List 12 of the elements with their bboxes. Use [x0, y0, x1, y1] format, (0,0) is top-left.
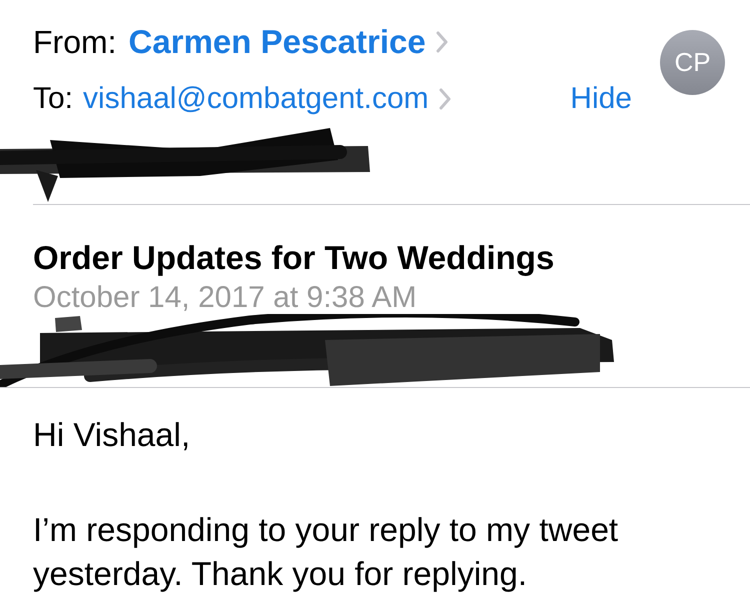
sender-name-link[interactable]: Carmen Pescatrice	[128, 24, 448, 60]
recipient-address-link[interactable]: vishaal@combatgent.com	[83, 81, 451, 117]
body-paragraph: I’m responding to your reply to my tweet yesterday. Thank you for replying.	[33, 510, 620, 594]
chevron-right-icon	[436, 31, 448, 53]
chevron-right-icon	[438, 88, 451, 110]
email-date: October 14, 2017 at 9:38 AM	[33, 282, 417, 314]
from-label: From:	[33, 24, 117, 60]
hide-link[interactable]: Hide	[570, 81, 632, 117]
contact-avatar: CP	[660, 30, 725, 95]
to-label: To:	[33, 81, 74, 117]
body-paragraph: Hi Vishaal,	[33, 415, 192, 455]
email-subject: Order Updates for Two Weddings	[33, 240, 554, 276]
